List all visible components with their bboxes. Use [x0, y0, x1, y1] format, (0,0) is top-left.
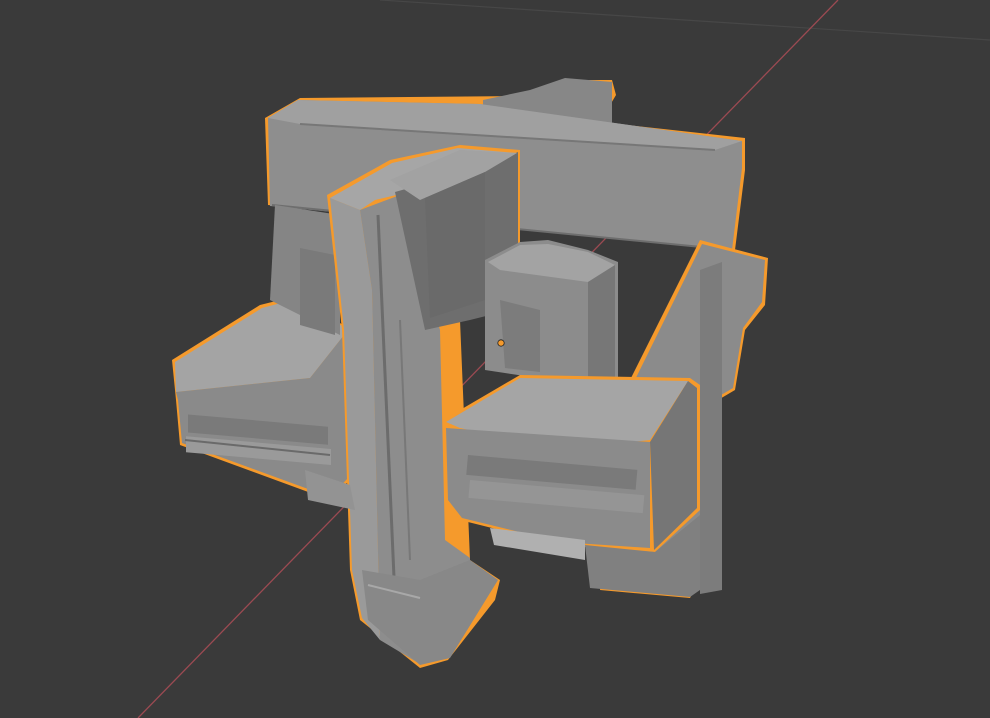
- center-cube-right: [588, 265, 615, 384]
- left-wall-step: [300, 248, 335, 335]
- viewport-canvas[interactable]: [0, 0, 990, 718]
- y-axis-line: [379, 0, 990, 41]
- object-origin-dot: [497, 339, 505, 347]
- 3d-viewport[interactable]: [0, 0, 990, 718]
- center-cube-inset: [500, 300, 540, 372]
- right-block-side: [700, 262, 722, 594]
- greeble-cube-mesh[interactable]: [172, 78, 768, 668]
